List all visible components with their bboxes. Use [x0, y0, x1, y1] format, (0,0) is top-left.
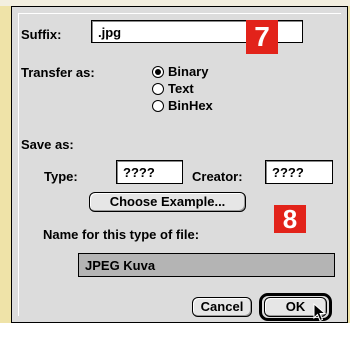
transfer-as-label: Transfer as: [21, 65, 95, 80]
step-badge-8: 8 [274, 205, 306, 233]
file-mapping-dialog: Suffix: .jpg Transfer as: Binary Text Bi… [11, 6, 348, 323]
choose-example-button[interactable]: Choose Example... [89, 192, 246, 212]
mouse-pointer-icon [313, 303, 327, 322]
radio-binhex[interactable]: BinHex [152, 98, 213, 113]
radio-binary[interactable]: Binary [152, 64, 208, 79]
creator-label: Creator: [192, 169, 243, 184]
radio-text-indicator[interactable] [152, 82, 164, 95]
type-field[interactable]: ???? [116, 160, 183, 184]
suffix-label: Suffix: [21, 27, 62, 42]
radio-binhex-indicator[interactable] [152, 99, 164, 112]
cancel-button[interactable]: Cancel [192, 297, 252, 317]
radio-binary-label: Binary [168, 64, 209, 79]
radio-text[interactable]: Text [152, 81, 194, 96]
save-as-label: Save as: [21, 137, 74, 152]
background-strip-bottom [0, 323, 358, 337]
radio-binary-indicator[interactable] [152, 65, 164, 78]
name-for-type-label: Name for this type of file: [43, 227, 200, 242]
step-badge-7: 7 [246, 20, 278, 54]
type-label: Type: [44, 169, 78, 184]
background-strip-right [350, 0, 358, 337]
creator-field[interactable]: ???? [265, 160, 333, 184]
radio-text-label: Text [168, 81, 194, 96]
file-type-name-field[interactable]: JPEG Kuva [78, 253, 335, 277]
radio-binhex-label: BinHex [168, 98, 213, 113]
